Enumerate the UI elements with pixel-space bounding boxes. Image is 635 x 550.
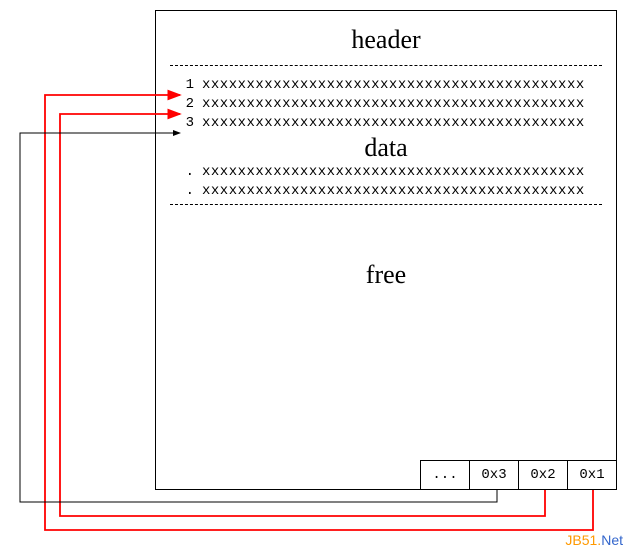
watermark-part1: JB51. bbox=[565, 532, 601, 548]
row-content: xxxxxxxxxxxxxxxxxxxxxxxxxxxxxxxxxxxxxxxx… bbox=[202, 95, 585, 114]
offset-cell-ellipsis: ... bbox=[421, 461, 469, 489]
watermark: JB51.Net bbox=[565, 532, 623, 548]
row-content: xxxxxxxxxxxxxxxxxxxxxxxxxxxxxxxxxxxxxxxx… bbox=[202, 163, 585, 182]
row-num: 2 bbox=[176, 95, 194, 114]
data-section: 1 xxxxxxxxxxxxxxxxxxxxxxxxxxxxxxxxxxxxxx… bbox=[156, 66, 616, 204]
offset-cell-0x1: 0x1 bbox=[567, 461, 616, 489]
row-num: . bbox=[176, 182, 194, 201]
free-section-label: free bbox=[156, 205, 616, 290]
row-num: 3 bbox=[176, 114, 194, 133]
row-content: xxxxxxxxxxxxxxxxxxxxxxxxxxxxxxxxxxxxxxxx… bbox=[202, 182, 585, 201]
offset-array: ... 0x3 0x2 0x1 bbox=[420, 460, 616, 489]
row-num: 1 bbox=[176, 76, 194, 95]
header-section-label: header bbox=[156, 11, 616, 65]
data-row-dot2: . xxxxxxxxxxxxxxxxxxxxxxxxxxxxxxxxxxxxxx… bbox=[176, 182, 596, 201]
offset-cell-0x2: 0x2 bbox=[518, 461, 567, 489]
data-row-dot1: . xxxxxxxxxxxxxxxxxxxxxxxxxxxxxxxxxxxxxx… bbox=[176, 163, 596, 182]
row-content: xxxxxxxxxxxxxxxxxxxxxxxxxxxxxxxxxxxxxxxx… bbox=[202, 76, 585, 95]
page-block: header 1 xxxxxxxxxxxxxxxxxxxxxxxxxxxxxxx… bbox=[155, 10, 617, 490]
row-content: xxxxxxxxxxxxxxxxxxxxxxxxxxxxxxxxxxxxxxxx… bbox=[202, 114, 585, 133]
offset-cell-0x3: 0x3 bbox=[469, 461, 518, 489]
data-section-label: data bbox=[176, 133, 596, 163]
watermark-part2: Net bbox=[601, 532, 623, 548]
data-row-1: 1 xxxxxxxxxxxxxxxxxxxxxxxxxxxxxxxxxxxxxx… bbox=[176, 76, 596, 95]
row-num: . bbox=[176, 163, 194, 182]
data-row-2: 2 xxxxxxxxxxxxxxxxxxxxxxxxxxxxxxxxxxxxxx… bbox=[176, 95, 596, 114]
data-row-3: 3 xxxxxxxxxxxxxxxxxxxxxxxxxxxxxxxxxxxxxx… bbox=[176, 114, 596, 133]
